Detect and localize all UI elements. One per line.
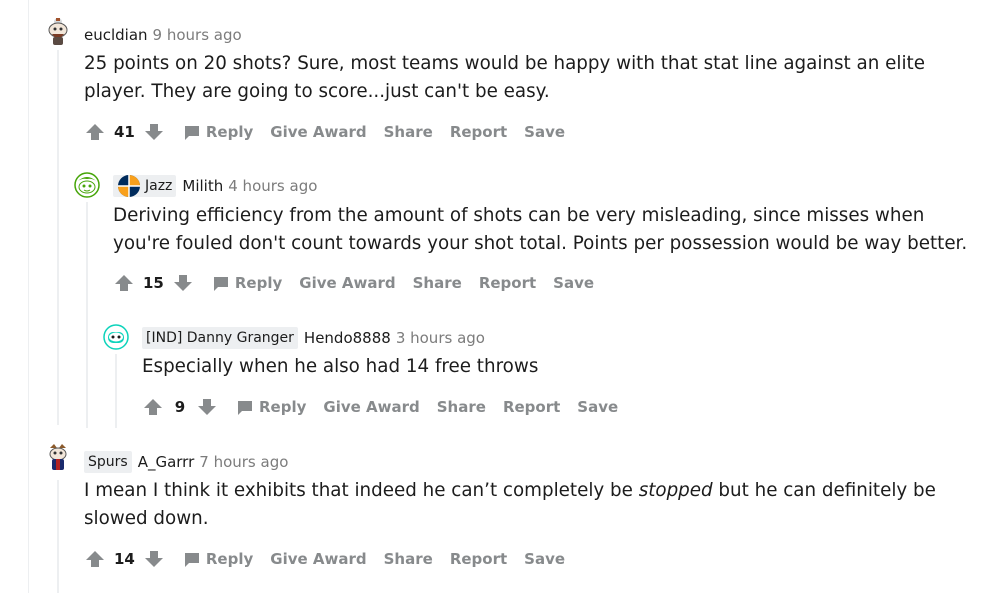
reply-button[interactable]: Reply <box>236 398 306 416</box>
comment-line: slowed down. <box>84 508 209 529</box>
comment-actions: 14 Reply Give Award Share Report Save <box>84 547 565 571</box>
thread-line-2[interactable] <box>86 202 88 428</box>
comment-emphasis: stopped <box>638 480 713 501</box>
comment-icon <box>184 126 199 140</box>
give-award-button[interactable]: Give Award <box>299 274 395 292</box>
share-button[interactable]: Share <box>437 398 486 416</box>
comment-icon <box>184 553 199 567</box>
reply-button[interactable]: Reply <box>183 550 253 568</box>
avatar-icon <box>48 18 68 45</box>
save-button[interactable]: Save <box>577 398 618 416</box>
avatar[interactable] <box>103 324 129 350</box>
share-button[interactable]: Share <box>413 274 462 292</box>
give-award-button[interactable]: Give Award <box>323 398 419 416</box>
comment-actions: 41 Reply Give Award Share Report Save <box>84 120 565 144</box>
avatar-icon <box>74 172 100 198</box>
comment-actions: 15 Reply Give Award Share Report Save <box>113 271 594 295</box>
reply-label: Reply <box>205 550 254 568</box>
vote-score: 15 <box>143 274 164 292</box>
upvote-icon[interactable] <box>142 396 164 418</box>
timestamp[interactable]: 4 hours ago <box>228 177 317 195</box>
comment-meta: Spurs A_Garrr 7 hours ago <box>84 451 288 473</box>
save-button[interactable]: Save <box>524 123 565 141</box>
reply-button[interactable]: Reply <box>183 123 253 141</box>
flair-text: Jazz <box>145 178 173 194</box>
save-button[interactable]: Save <box>553 274 594 292</box>
timestamp[interactable]: 3 hours ago <box>396 329 485 347</box>
upvote-icon[interactable] <box>84 121 106 143</box>
comment-body: I mean I think it exhibits that indeed h… <box>84 477 936 533</box>
author-link[interactable]: Hendo8888 <box>304 329 391 347</box>
timestamp[interactable]: 7 hours ago <box>199 453 288 471</box>
user-flair: [IND] Danny Granger <box>142 327 298 349</box>
downvote-icon[interactable] <box>143 548 165 570</box>
give-award-button[interactable]: Give Award <box>270 550 366 568</box>
comment-text: but he can definitely be <box>712 480 936 501</box>
comment-line: player. They are going to score...just c… <box>84 81 550 102</box>
user-flair: Jazz <box>113 175 177 197</box>
avatar[interactable] <box>45 16 71 45</box>
user-flair: Spurs <box>84 451 132 473</box>
reply-label: Reply <box>259 398 307 416</box>
comment-meta: eucldian 9 hours ago <box>84 25 242 45</box>
downvote-icon[interactable] <box>172 272 194 294</box>
comment-meta: [IND] Danny Granger Hendo8888 3 hours ag… <box>142 327 485 349</box>
downvote-icon[interactable] <box>196 396 218 418</box>
comment-actions: 9 Reply Give Award Share Report Save <box>142 395 618 419</box>
share-button[interactable]: Share <box>384 123 433 141</box>
thread-line-4[interactable] <box>57 480 59 593</box>
upvote-icon[interactable] <box>113 272 135 294</box>
comment-line: you're fouled don't count towards your s… <box>113 233 968 254</box>
reply-button[interactable]: Reply <box>212 274 282 292</box>
report-button[interactable]: Report <box>450 550 507 568</box>
avatar-icon <box>49 444 67 470</box>
comment-meta: Jazz Milith 4 hours ago <box>113 175 317 197</box>
comment-text: I mean I think it exhibits that indeed h… <box>84 480 639 501</box>
report-button[interactable]: Report <box>450 123 507 141</box>
upvote-icon[interactable] <box>84 548 106 570</box>
thread-line-3[interactable] <box>115 354 117 428</box>
comment-icon <box>213 277 228 291</box>
report-button[interactable]: Report <box>503 398 560 416</box>
author-link[interactable]: A_Garrr <box>138 453 195 471</box>
jazz-logo-icon <box>118 175 140 197</box>
reply-label: Reply <box>205 123 254 141</box>
comment-icon <box>238 401 252 415</box>
comment-body: 25 points on 20 shots? Sure, most teams … <box>84 50 925 106</box>
avatar-icon <box>103 324 129 350</box>
reply-label: Reply <box>234 274 283 292</box>
author-link[interactable]: eucldian <box>84 26 148 44</box>
give-award-button[interactable]: Give Award <box>270 123 366 141</box>
vote-score: 41 <box>114 123 135 141</box>
comment-body: Deriving efficiency from the amount of s… <box>113 202 967 258</box>
thread-line-1[interactable] <box>57 50 59 425</box>
comment-line: I mean I think it exhibits that indeed h… <box>84 477 936 505</box>
report-button[interactable]: Report <box>479 274 536 292</box>
downvote-icon[interactable] <box>143 121 165 143</box>
thread-line-outer <box>28 0 29 593</box>
comment-line: Deriving efficiency from the amount of s… <box>113 205 925 226</box>
avatar[interactable] <box>45 442 71 470</box>
timestamp[interactable]: 9 hours ago <box>153 26 242 44</box>
vote-score: 9 <box>174 398 186 416</box>
share-button[interactable]: Share <box>384 550 433 568</box>
comment-line: 25 points on 20 shots? Sure, most teams … <box>84 53 925 74</box>
avatar[interactable] <box>74 172 100 198</box>
comment-body: Especially when he also had 14 free thro… <box>142 353 538 381</box>
comment-line: Especially when he also had 14 free thro… <box>142 356 539 377</box>
vote-score: 14 <box>114 550 135 568</box>
save-button[interactable]: Save <box>524 550 565 568</box>
author-link[interactable]: Milith <box>182 177 223 195</box>
